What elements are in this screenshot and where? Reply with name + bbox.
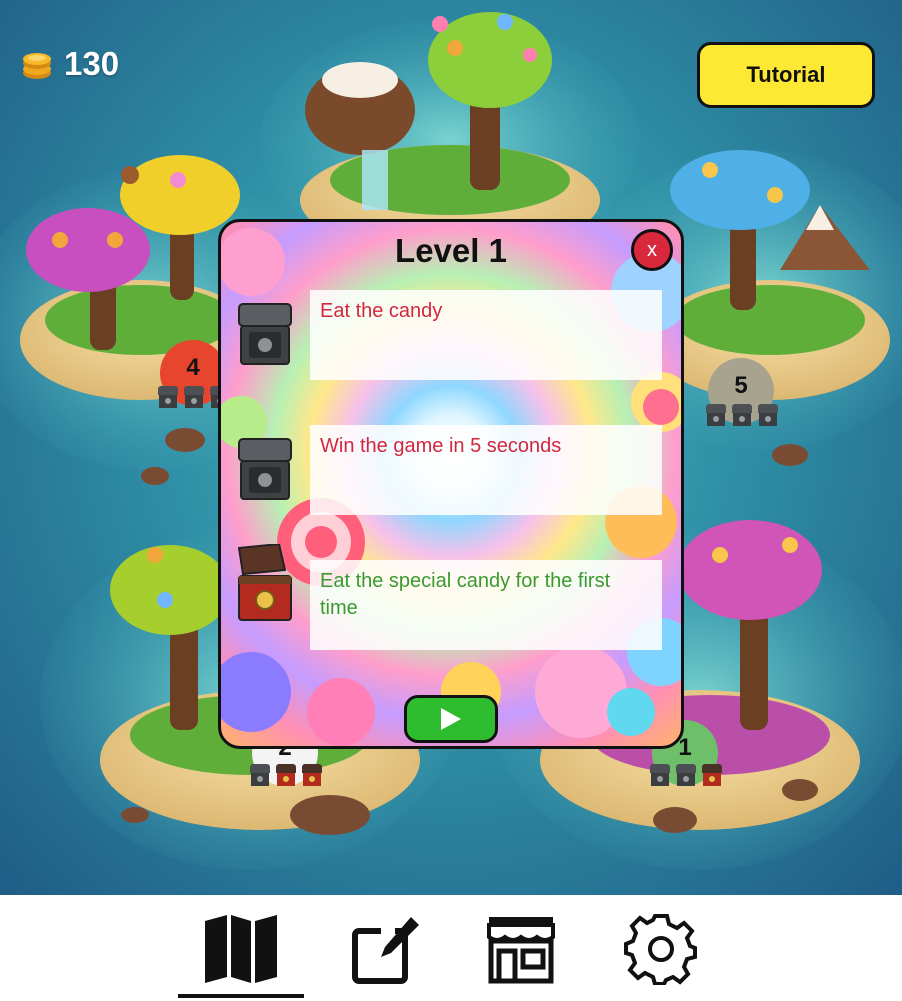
coin-stack-icon [23, 53, 51, 79]
nav-shop-tab[interactable] [481, 913, 561, 985]
edit-icon [352, 917, 419, 984]
nav-edit-tab[interactable] [345, 913, 425, 985]
level-5-chests [706, 404, 778, 426]
chest-icon [702, 764, 722, 786]
coin-count: 130 [64, 45, 120, 82]
chest-icon [158, 386, 178, 408]
chest-icon [250, 764, 270, 786]
quest-text: Eat the candy [310, 290, 662, 380]
quest-text: Eat the special candy for the first time [310, 560, 662, 650]
play-icon [441, 708, 461, 730]
chest-icon [184, 386, 204, 408]
modal-title: Level 1 [395, 232, 507, 269]
chest-icon [276, 764, 296, 786]
play-button[interactable] [404, 695, 498, 743]
close-button[interactable]: x [631, 229, 673, 271]
level-2-chests [250, 764, 322, 786]
nav-settings-tab[interactable] [621, 913, 701, 985]
active-tab-indicator [178, 994, 304, 998]
quest-row: Win the game in 5 seconds [221, 425, 662, 517]
chest-icon [650, 764, 670, 786]
shop-icon [487, 917, 555, 984]
chest-icon [676, 764, 696, 786]
coin-counter: 130 [20, 44, 119, 84]
locked-chest-icon [238, 303, 292, 365]
locked-chest-icon [238, 438, 292, 500]
map-icon [205, 915, 277, 983]
chest-icon [732, 404, 752, 426]
level-details-modal: Level 1 x Eat the candy Win the game in … [218, 219, 684, 749]
quest-row: Eat the special candy for the first time [221, 544, 662, 652]
quest-row: Eat the candy [221, 290, 662, 382]
chest-icon [758, 404, 778, 426]
level-map: 130 Tutorial 4 5 2 1 [0, 0, 902, 895]
chest-icon [706, 404, 726, 426]
gear-icon [624, 914, 697, 985]
open-treasure-chest-icon [237, 544, 292, 621]
level-1-chests [650, 764, 722, 786]
bottom-navigation [0, 895, 902, 1001]
tutorial-button[interactable]: Tutorial [697, 42, 875, 108]
quest-text: Win the game in 5 seconds [310, 425, 662, 515]
chest-icon [302, 764, 322, 786]
nav-map-tab[interactable] [201, 913, 281, 985]
